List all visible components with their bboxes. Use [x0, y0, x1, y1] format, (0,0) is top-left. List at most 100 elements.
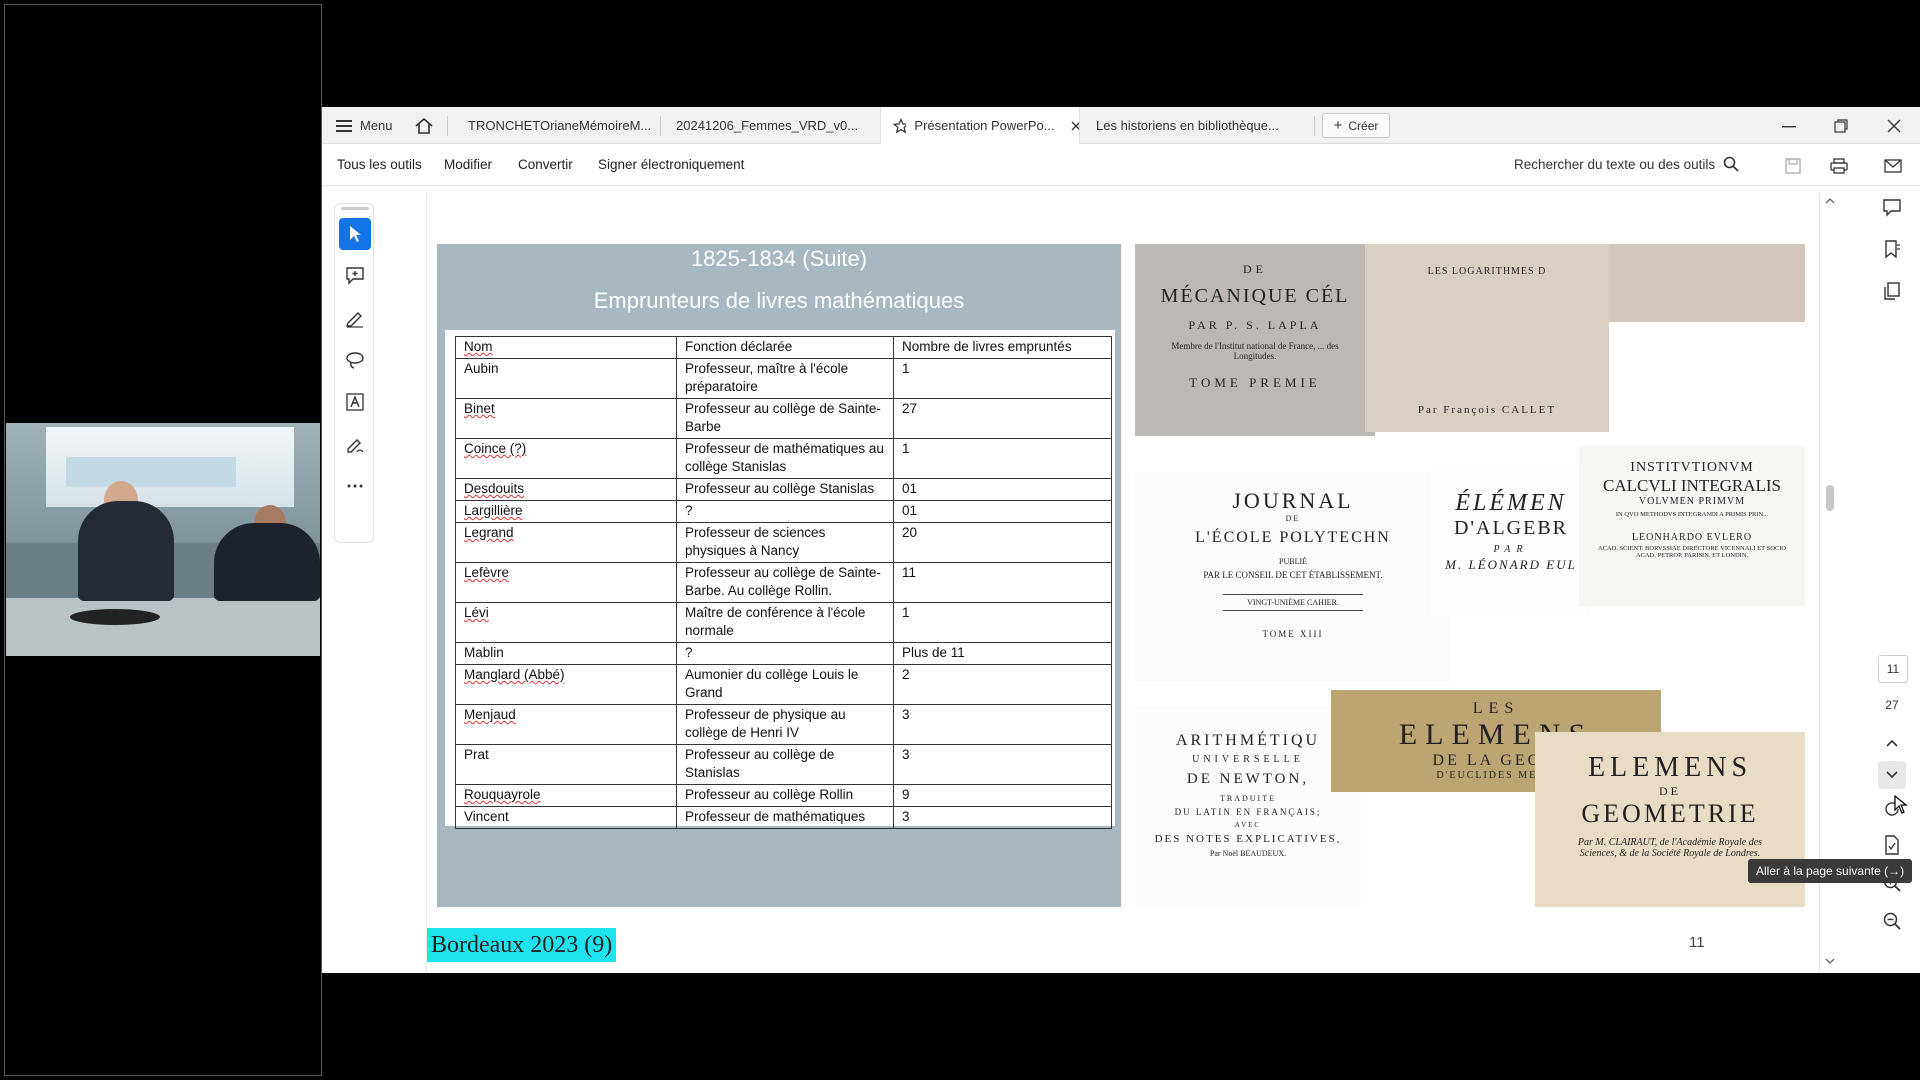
tab-label: Les historiens en bibliothèque... — [1096, 118, 1279, 133]
video-person-2 — [214, 523, 320, 601]
tab-femmes-vrd[interactable]: 20241206_Femmes_VRD_v0... — [664, 107, 874, 144]
table-row: Legrand Professeur de sciences physiques … — [455, 522, 1112, 563]
tab-label: TRONCHETOrianeMémoireM... — [468, 118, 652, 133]
function-cell: ? — [676, 500, 894, 523]
document-icon — [1885, 835, 1899, 855]
header-cell: Nom — [455, 336, 677, 359]
pages-panel-button[interactable] — [1878, 277, 1906, 305]
minimize-button[interactable] — [1770, 107, 1808, 144]
table-header-row: Nom Fonction déclarée Nombre de livres e… — [455, 336, 1112, 359]
close-tab-icon[interactable] — [1071, 121, 1079, 131]
restore-icon — [1834, 118, 1848, 133]
sign-tool[interactable] — [339, 428, 371, 460]
more-tools-button[interactable] — [339, 470, 371, 502]
function-cell: Professeur, maître à l'école préparatoir… — [676, 358, 894, 399]
minimize-icon — [1782, 125, 1796, 127]
count-cell: 01 — [893, 500, 1112, 523]
participant-video[interactable] — [6, 423, 320, 656]
save-icon — [1785, 158, 1801, 174]
star-icon[interactable] — [893, 117, 907, 134]
tab-separator — [1314, 116, 1315, 136]
restore-button[interactable] — [1822, 107, 1860, 144]
palette-handle[interactable] — [341, 207, 369, 210]
e-sign-button[interactable]: Signer électroniquement — [598, 157, 744, 172]
count-cell: 20 — [893, 522, 1112, 563]
scrollbar-thumb[interactable] — [1826, 485, 1834, 511]
table-row: Lévi Maître de conférence à l'école norma… — [455, 602, 1112, 643]
right-side-panel: 11 27 — [1870, 193, 1914, 973]
function-cell: Professeur au collège Stanislas — [676, 478, 894, 501]
function-cell: Professeur de sciences physiques à Nancy — [676, 522, 894, 563]
comments-panel-button[interactable] — [1878, 193, 1906, 221]
mail-icon — [1884, 159, 1902, 173]
table-row: Lefèvre Professeur au collège de Sainte-B… — [455, 562, 1112, 603]
copy-pages-icon — [1884, 282, 1900, 300]
zoom-out-button[interactable] — [1878, 907, 1906, 935]
edit-button[interactable]: Modifier — [444, 157, 492, 172]
scroll-up-icon[interactable] — [1822, 195, 1838, 207]
create-button[interactable]: + Créer — [1322, 113, 1390, 138]
search-label: Rechercher du texte ou des outils — [1514, 156, 1716, 172]
bookmarks-panel-button[interactable] — [1878, 235, 1906, 263]
highlight-tool[interactable] — [339, 302, 371, 334]
cover-elemens-algebre: ÉLÉMEN D'ALGEBR PAR M. LÉONARD EUL — [1431, 466, 1591, 616]
vertical-scrollbar[interactable] — [1822, 193, 1838, 973]
tab-label: 20241206_Femmes_VRD_v0... — [676, 118, 859, 133]
menu-button[interactable]: Menu — [336, 107, 393, 144]
document-page[interactable]: 1825-1834 (Suite) Emprunteurs de livres … — [426, 193, 1820, 973]
previous-page-button[interactable] — [1878, 729, 1906, 757]
menu-label: Menu — [360, 118, 393, 133]
share-email-button[interactable] — [1882, 155, 1904, 177]
next-page-button[interactable] — [1878, 761, 1906, 789]
name-cell: Manglard (Abbé) — [455, 664, 677, 705]
add-comment-tool[interactable] — [339, 260, 371, 292]
hamburger-icon — [336, 119, 352, 132]
select-tool[interactable] — [339, 218, 371, 250]
pdf-viewer-window: Menu TRONCHETOrianeMémoireM... 20241206_… — [322, 107, 1920, 973]
cover-arithmetique-newton: ARITHMÉTIQU UNIVERSELLE DE NEWTON, TRADU… — [1135, 706, 1361, 907]
pen-icon — [346, 312, 363, 328]
chevron-down-icon — [1886, 771, 1898, 779]
name-cell: Prat — [455, 744, 677, 785]
cover-logarithmes: LES LOGARITHMES D Par François CALLET — [1365, 244, 1609, 432]
table-row: Manglard (Abbé) Aumonier du collège Louis… — [455, 664, 1112, 705]
count-cell: 1 — [893, 438, 1112, 479]
tab-historiens[interactable]: Les historiens en bibliothèque... — [1084, 107, 1304, 144]
signature-icon — [347, 439, 364, 453]
function-cell: Professeur au collège de Sainte-Barbe. A… — [676, 562, 894, 603]
search-tools[interactable]: Rechercher du texte ou des outils — [1514, 156, 1739, 172]
home-button[interactable] — [414, 107, 434, 144]
page-export-button[interactable] — [1878, 831, 1906, 859]
name-cell: Lévi — [455, 602, 677, 643]
print-button[interactable] — [1828, 155, 1850, 177]
close-icon — [1887, 119, 1901, 132]
table-row: Largillière? 01 — [455, 500, 1112, 523]
convert-button[interactable]: Convertir — [518, 157, 573, 172]
table-row: Rouquayrole Professeur au collège Rollin 9 — [455, 784, 1112, 807]
current-page-input[interactable]: 11 — [1878, 655, 1908, 683]
all-tools-button[interactable]: Tous les outils — [337, 157, 422, 172]
count-cell: 2 — [893, 664, 1112, 705]
quick-tools-palette — [334, 203, 374, 543]
tab-presentation-powerpoint[interactable]: Présentation PowerPo... — [880, 107, 1080, 144]
video-projection-content — [66, 457, 236, 487]
draw-tool[interactable] — [339, 344, 371, 376]
table-row: Mablin? Plus de 11 — [455, 642, 1112, 665]
name-cell: Aubin — [455, 358, 677, 399]
function-cell: Professeur de mathématiques — [676, 806, 894, 829]
lasso-icon — [346, 352, 364, 369]
tab-tronchet[interactable]: TRONCHETOrianeMémoireM... — [456, 107, 656, 144]
name-cell: Mablin — [455, 642, 677, 665]
close-window-button[interactable] — [1875, 107, 1913, 144]
slide-table-panel: 1825-1834 (Suite) Emprunteurs de livres … — [437, 244, 1121, 907]
scroll-down-icon[interactable] — [1822, 955, 1838, 967]
bookmark-icon — [1885, 240, 1900, 259]
book-covers-collage: DE MÉCANIQUE CÉL PAR P. S. LAPLA Membre … — [1135, 244, 1805, 907]
video-conference-device — [70, 609, 160, 625]
cursor-icon — [350, 226, 361, 242]
name-cell: Lefèvre — [455, 562, 677, 603]
save-button[interactable] — [1782, 155, 1804, 177]
text-tool[interactable] — [339, 386, 371, 418]
name-cell: Legrand — [455, 522, 677, 563]
slide-title: 1825-1834 (Suite) — [690, 246, 868, 271]
